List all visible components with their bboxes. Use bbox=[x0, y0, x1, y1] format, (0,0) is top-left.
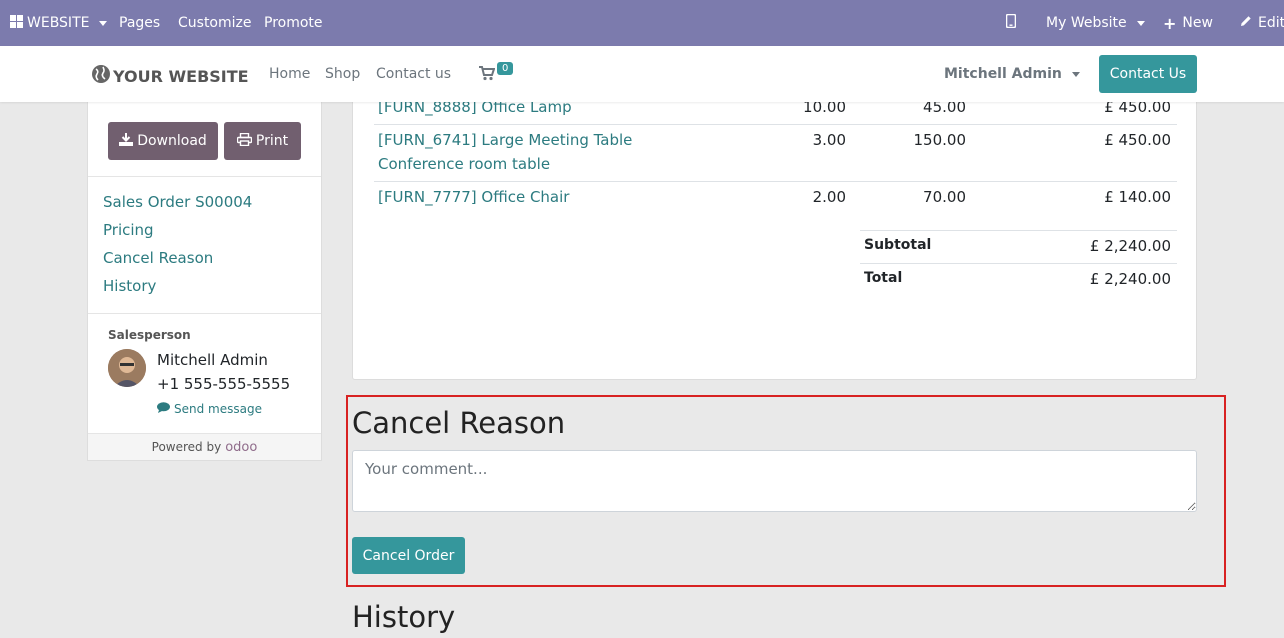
salesperson-title: Salesperson bbox=[108, 328, 191, 342]
menu-customize[interactable]: Customize bbox=[178, 0, 252, 46]
avatar bbox=[108, 349, 146, 387]
subtotal-value: £ 2,240.00 bbox=[1089, 237, 1171, 255]
totals-divider bbox=[860, 230, 1177, 231]
cart-icon[interactable] bbox=[479, 66, 496, 85]
site-navbar: YOUR WEBSITE Home Shop Contact us 0 Mitc… bbox=[0, 46, 1284, 102]
user-menu-label: Mitchell Admin bbox=[944, 66, 1062, 82]
salesperson-name: Mitchell Admin bbox=[157, 351, 268, 369]
sidebar-link-cancel-reason[interactable]: Cancel Reason bbox=[103, 249, 213, 267]
menu-customize-label: Customize bbox=[178, 15, 252, 31]
admin-bar: WEBSITE Pages Customize Promote My Websi… bbox=[0, 0, 1284, 46]
edit-button[interactable]: Edit bbox=[1240, 0, 1284, 46]
send-message-label: Send message bbox=[174, 402, 262, 416]
divider bbox=[88, 313, 321, 314]
sidebar-link-sales-order[interactable]: Sales Order S00004 bbox=[103, 193, 252, 211]
edit-button-label: Edit bbox=[1258, 15, 1284, 31]
new-button[interactable]: + New bbox=[1163, 0, 1213, 46]
mobile-icon bbox=[1005, 13, 1017, 32]
print-icon bbox=[236, 132, 253, 150]
mobile-preview-button[interactable] bbox=[1005, 0, 1017, 46]
portal-sidebar: Download Print Sales Order S00004 Pricin… bbox=[87, 102, 322, 461]
totals-divider bbox=[860, 263, 1177, 264]
line-qty: 3.00 bbox=[812, 131, 846, 149]
sidebar-link-pricing[interactable]: Pricing bbox=[103, 221, 154, 239]
grid-icon bbox=[10, 14, 23, 32]
globe-icon bbox=[91, 64, 111, 88]
print-button[interactable]: Print bbox=[224, 122, 301, 160]
nav-home[interactable]: Home bbox=[269, 66, 310, 82]
chevron-down-icon bbox=[99, 20, 108, 26]
line-product[interactable]: [FURN_7777] Office Chair bbox=[378, 188, 569, 206]
comment-icon bbox=[157, 402, 170, 416]
cancel-reason-heading: Cancel Reason bbox=[352, 406, 566, 440]
apps-menu-label: WEBSITE bbox=[27, 15, 90, 31]
user-menu[interactable]: Mitchell Admin bbox=[944, 66, 1080, 82]
cart-count-badge: 0 bbox=[497, 62, 514, 75]
download-icon bbox=[119, 132, 134, 150]
total-value: £ 2,240.00 bbox=[1089, 270, 1171, 288]
menu-promote-label: Promote bbox=[264, 15, 323, 31]
line-product[interactable]: [FURN_6741] Large Meeting Table bbox=[378, 131, 632, 149]
menu-pages[interactable]: Pages bbox=[119, 0, 160, 46]
row-divider bbox=[374, 181, 1177, 182]
powered-by: Powered by odoo bbox=[88, 433, 321, 460]
print-label: Print bbox=[255, 133, 289, 149]
line-amount: £ 140.00 bbox=[1104, 188, 1171, 206]
powered-by-label: Powered by bbox=[151, 440, 222, 454]
contact-us-button[interactable]: Contact Us bbox=[1099, 55, 1197, 93]
send-message-link[interactable]: Send message bbox=[157, 402, 262, 416]
chevron-down-icon bbox=[1071, 71, 1080, 77]
site-selector-label: My Website bbox=[1046, 15, 1127, 31]
order-lines-card: [FURN_8888] Office Lamp 10.00 45.00 £ 45… bbox=[352, 90, 1197, 380]
divider bbox=[88, 176, 321, 177]
cancel-comment-input[interactable] bbox=[352, 450, 1197, 512]
apps-menu[interactable]: WEBSITE bbox=[10, 0, 108, 46]
line-amount: £ 450.00 bbox=[1104, 131, 1171, 149]
chevron-down-icon bbox=[1136, 20, 1145, 26]
sidebar-link-history[interactable]: History bbox=[103, 277, 156, 295]
subtotal-label: Subtotal bbox=[864, 237, 932, 253]
pencil-icon bbox=[1240, 15, 1252, 31]
menu-pages-label: Pages bbox=[119, 15, 161, 31]
row-divider bbox=[374, 124, 1177, 125]
site-selector[interactable]: My Website bbox=[1046, 0, 1145, 46]
total-label: Total bbox=[864, 270, 903, 286]
line-price: 70.00 bbox=[923, 188, 966, 206]
logo-text: YOUR WEBSITE bbox=[113, 66, 249, 86]
history-heading: History bbox=[352, 600, 456, 634]
cancel-order-button[interactable]: Cancel Order bbox=[352, 537, 465, 574]
line-description: Conference room table bbox=[378, 155, 551, 173]
nav-contact-us[interactable]: Contact us bbox=[376, 66, 451, 82]
odoo-logo[interactable]: odoo bbox=[225, 440, 257, 455]
line-price: 150.00 bbox=[913, 131, 967, 149]
line-qty: 2.00 bbox=[812, 188, 846, 206]
download-label: Download bbox=[137, 133, 207, 149]
download-button[interactable]: Download bbox=[108, 122, 218, 160]
plus-icon: + bbox=[1163, 13, 1177, 33]
menu-promote[interactable]: Promote bbox=[264, 0, 323, 46]
site-logo[interactable]: YOUR WEBSITE bbox=[91, 64, 249, 88]
new-button-label: New bbox=[1182, 15, 1213, 31]
salesperson-phone: +1 555-555-5555 bbox=[157, 375, 291, 393]
nav-shop[interactable]: Shop bbox=[325, 66, 360, 82]
